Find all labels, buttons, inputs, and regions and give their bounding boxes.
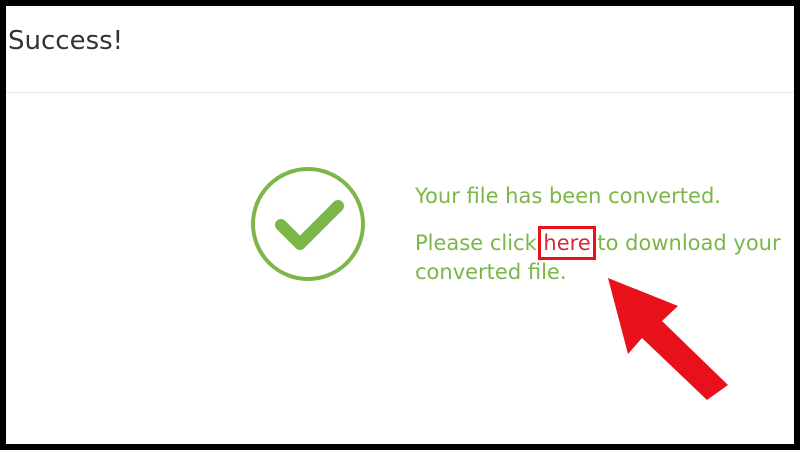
download-link[interactable]: here xyxy=(538,226,596,260)
checkmark-circle-icon xyxy=(250,166,366,282)
download-prefix-text: Please click xyxy=(415,231,544,255)
conversion-message: Your file has been converted. Please cli… xyxy=(415,182,794,287)
red-arrow-icon xyxy=(596,274,736,404)
dialog-header: Success! xyxy=(6,6,794,93)
success-dialog: Success! Your file has been converted. P… xyxy=(6,6,794,444)
converted-status-text: Your file has been converted. xyxy=(415,184,721,208)
page-title: Success! xyxy=(8,26,124,56)
